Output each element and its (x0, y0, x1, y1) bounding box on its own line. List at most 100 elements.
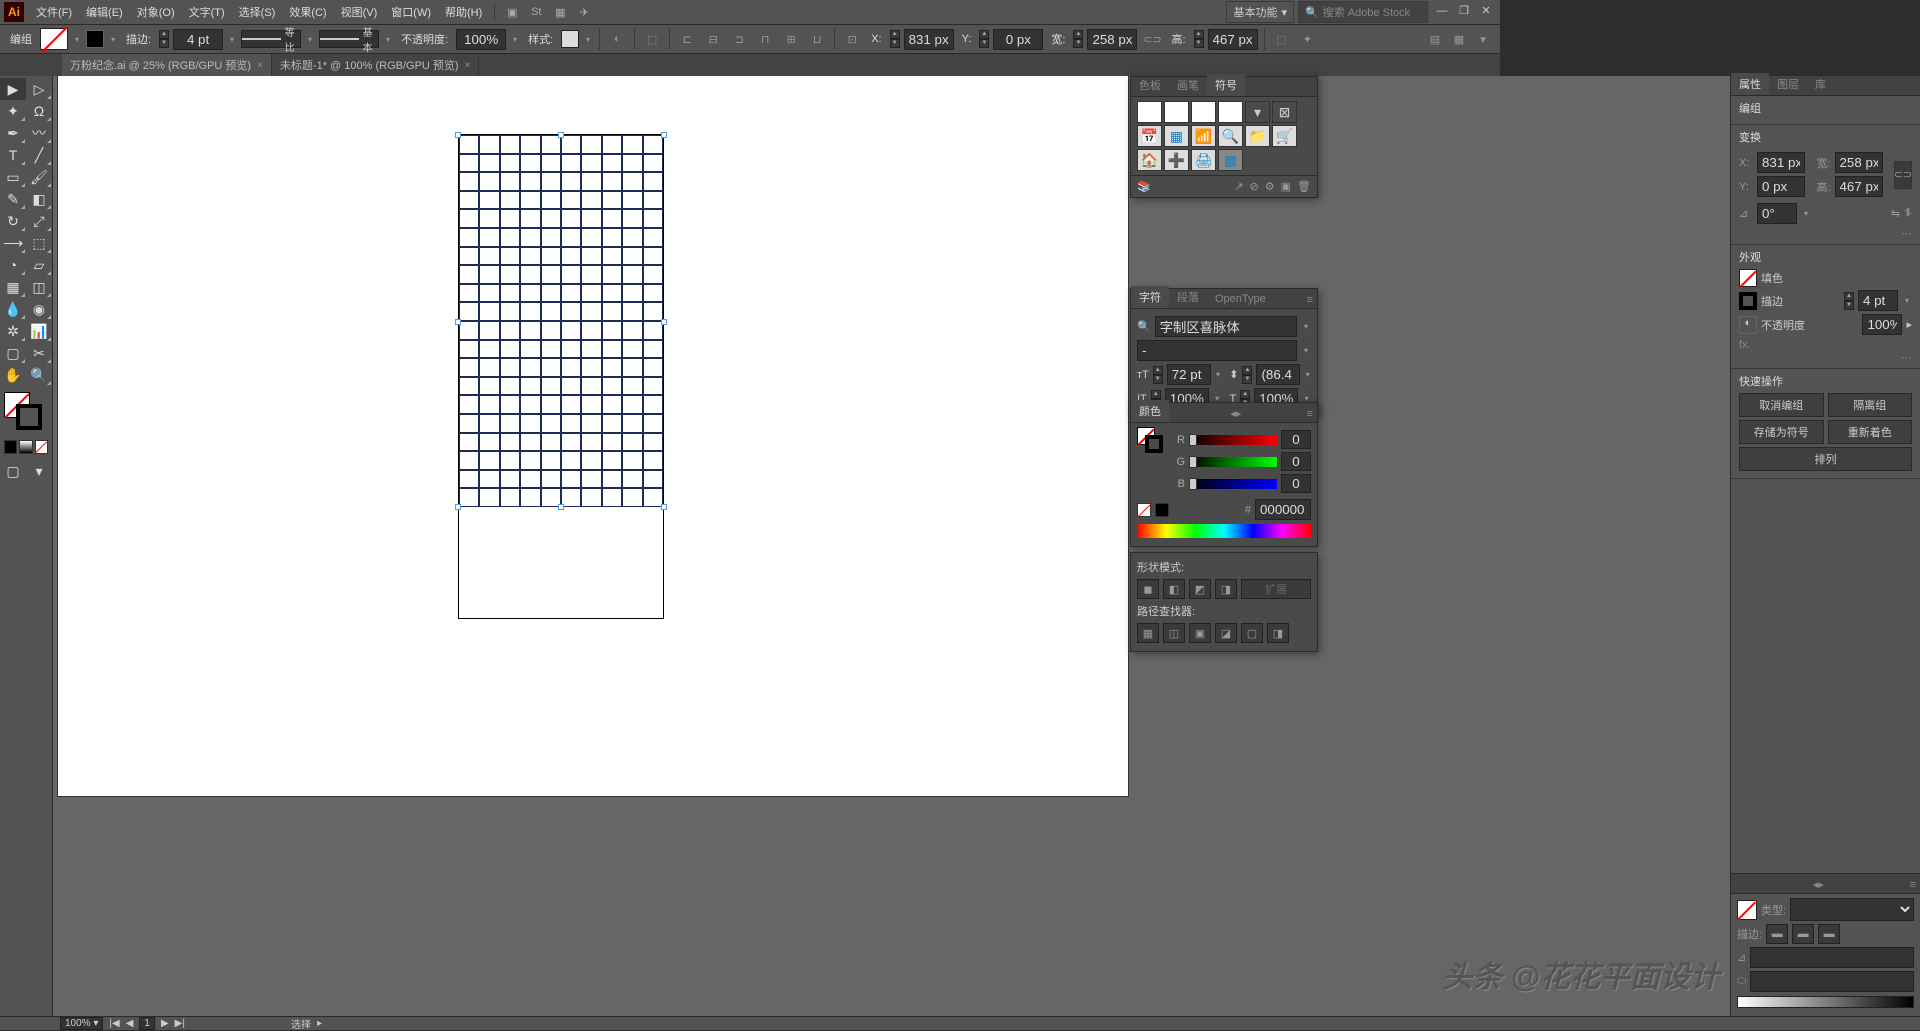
zoom-tool[interactable]: 🔍 (26, 364, 52, 386)
w-input[interactable] (1087, 29, 1137, 50)
symbol-rss-icon[interactable]: 📶 (1191, 125, 1216, 147)
expand-button[interactable]: 扩展 (1241, 579, 1311, 599)
symbol-grid-icon[interactable]: ▦ (1164, 125, 1189, 147)
symbol-calendar-icon[interactable]: 📅 (1137, 125, 1162, 147)
selection-tool[interactable]: ▶ (0, 78, 26, 100)
grad-aspect[interactable] (1750, 971, 1914, 992)
sel-handle[interactable] (455, 319, 461, 325)
doc-tab-1[interactable]: 未标题-1* @ 100% (RGB/GPU 预览) × (272, 54, 480, 76)
gradient-fill-swatch[interactable] (1737, 900, 1757, 920)
gradient-tool[interactable]: ◫ (26, 276, 52, 298)
symbol-folder-icon[interactable]: 📁 (1245, 125, 1270, 147)
eyedropper-tool[interactable]: 💧 (0, 298, 26, 320)
perspective-tool[interactable]: ▱ (26, 254, 52, 276)
align-bottom-icon[interactable]: ⊔ (806, 28, 828, 50)
symbol-sprayer-tool[interactable]: ✲ (0, 320, 26, 342)
brush-profile[interactable]: 基本 (319, 30, 379, 48)
hand-tool[interactable]: ✋ (0, 364, 26, 386)
color-mode-icon[interactable] (4, 440, 17, 454)
stroke-weight-dd[interactable]: ▾ (227, 30, 237, 48)
prop-w-input[interactable] (1835, 152, 1883, 173)
sel-handle[interactable] (661, 504, 667, 510)
maximize-button[interactable]: ❐ (1454, 4, 1474, 20)
stroke-weight-spinner[interactable]: ▲▼ (159, 30, 169, 48)
sel-handle[interactable] (455, 132, 461, 138)
scale-tool[interactable]: ⤢ (26, 210, 52, 232)
panel-menu-icon[interactable]: ▾ (1472, 28, 1494, 50)
new-symbol-icon[interactable]: ▣ (1281, 180, 1291, 193)
stroke-weight-input[interactable] (173, 29, 223, 50)
b-slider[interactable] (1189, 479, 1277, 489)
status-menu-icon[interactable]: ▸ (317, 1018, 322, 1029)
menu-edit[interactable]: 编辑(E) (80, 1, 129, 23)
stroke-profile[interactable]: 等比 (241, 30, 301, 48)
magic-wand-tool[interactable]: ✦ (0, 100, 26, 122)
tab-character[interactable]: 字符 (1131, 286, 1169, 308)
fill-stroke-indicator[interactable] (4, 392, 48, 432)
unite-icon[interactable]: ◼ (1137, 579, 1159, 599)
search-stock[interactable]: 🔍 搜索 Adobe Stock (1298, 1, 1428, 23)
hex-input[interactable] (1255, 499, 1311, 520)
rotate-tool[interactable]: ↻ (0, 210, 26, 232)
tab-properties[interactable]: 属性 (1731, 73, 1769, 95)
g-value[interactable] (1281, 452, 1311, 471)
menu-select[interactable]: 选择(S) (233, 1, 282, 23)
shape-edit-icon[interactable]: ✦ (1297, 28, 1319, 50)
minus-front-icon[interactable]: ◧ (1163, 579, 1185, 599)
prop-y-input[interactable] (1757, 176, 1805, 197)
arrange-docs-icon[interactable]: ▦ (551, 3, 569, 21)
sel-handle[interactable] (558, 132, 564, 138)
curvature-tool[interactable]: 〰 (26, 122, 52, 144)
prop-stroke-swatch[interactable] (1739, 292, 1757, 310)
free-transform-tool[interactable]: ⬚ (26, 232, 52, 254)
line-tool[interactable]: ╱ (26, 144, 52, 166)
transform-anchor-icon[interactable]: ⊡ (841, 28, 863, 50)
chevron-right-icon[interactable]: ▸ (1906, 318, 1912, 331)
stroke-grad-3[interactable]: ▬ (1818, 924, 1840, 944)
screen-mode-normal[interactable]: ▢ (0, 460, 26, 482)
artboard-tool[interactable]: ▢ (0, 342, 26, 364)
font-style-input[interactable] (1137, 340, 1297, 361)
dock-panels-icon[interactable]: ▤ (1424, 28, 1446, 50)
recolor-icon[interactable]: ◐ (606, 28, 628, 50)
tab-paragraph[interactable]: 段落 (1169, 286, 1207, 308)
opacity-input[interactable] (456, 29, 506, 50)
workspace-switcher[interactable]: 基本功能 ▾ (1226, 1, 1294, 23)
panel-menu-icon[interactable]: ≡ (1906, 877, 1920, 893)
divide-icon[interactable]: ▦ (1137, 623, 1159, 643)
tab-libraries[interactable]: 库 (1807, 73, 1834, 95)
close-icon[interactable]: × (257, 60, 263, 71)
black-swatch[interactable] (1155, 503, 1169, 517)
gradient-type-select[interactable] (1790, 898, 1914, 921)
prop-h-input[interactable] (1835, 176, 1883, 197)
graphic-style-swatch[interactable] (561, 30, 579, 48)
tab-swatches[interactable]: 色板 (1131, 74, 1169, 96)
symbol-item[interactable] (1164, 101, 1189, 123)
doc-tab-0[interactable]: 万粉纪念.ai @ 25% (RGB/GPU 预览) × (62, 54, 272, 76)
nav-prev-icon[interactable]: ◀ (126, 1018, 134, 1029)
eraser-tool[interactable]: ◧ (26, 188, 52, 210)
direct-selection-tool[interactable]: ▷ (26, 78, 52, 100)
menu-effect[interactable]: 效果(C) (283, 1, 332, 23)
leading-input[interactable] (1256, 364, 1300, 385)
stroke-indicator[interactable] (16, 404, 42, 430)
panel-collapse-icon[interactable]: ◂▸ (1809, 876, 1828, 893)
sel-handle[interactable] (455, 504, 461, 510)
merge-icon[interactable]: ▣ (1189, 623, 1211, 643)
pen-tool[interactable]: ✒ (0, 122, 26, 144)
canvas[interactable]: 头条 @花花平面设计 (52, 76, 1730, 1016)
menu-type[interactable]: 文字(T) (183, 1, 231, 23)
trim-icon[interactable]: ◫ (1163, 623, 1185, 643)
link-dimensions-icon[interactable]: ⊂⊃ (1894, 161, 1912, 189)
tab-symbols[interactable]: 符号 (1207, 74, 1245, 96)
prop-x-input[interactable] (1757, 152, 1805, 173)
sel-handle[interactable] (661, 319, 667, 325)
align-left-icon[interactable]: ⊏ (676, 28, 698, 50)
sel-handle[interactable] (558, 504, 564, 510)
stroke-grad-2[interactable]: ▬ (1792, 924, 1814, 944)
more-options-icon[interactable]: ⋯ (1739, 227, 1912, 240)
crop-icon[interactable]: ◪ (1215, 623, 1237, 643)
slice-tool[interactable]: ✂ (26, 342, 52, 364)
none-swatch[interactable] (1137, 503, 1151, 517)
prop-opacity[interactable] (1862, 314, 1902, 335)
